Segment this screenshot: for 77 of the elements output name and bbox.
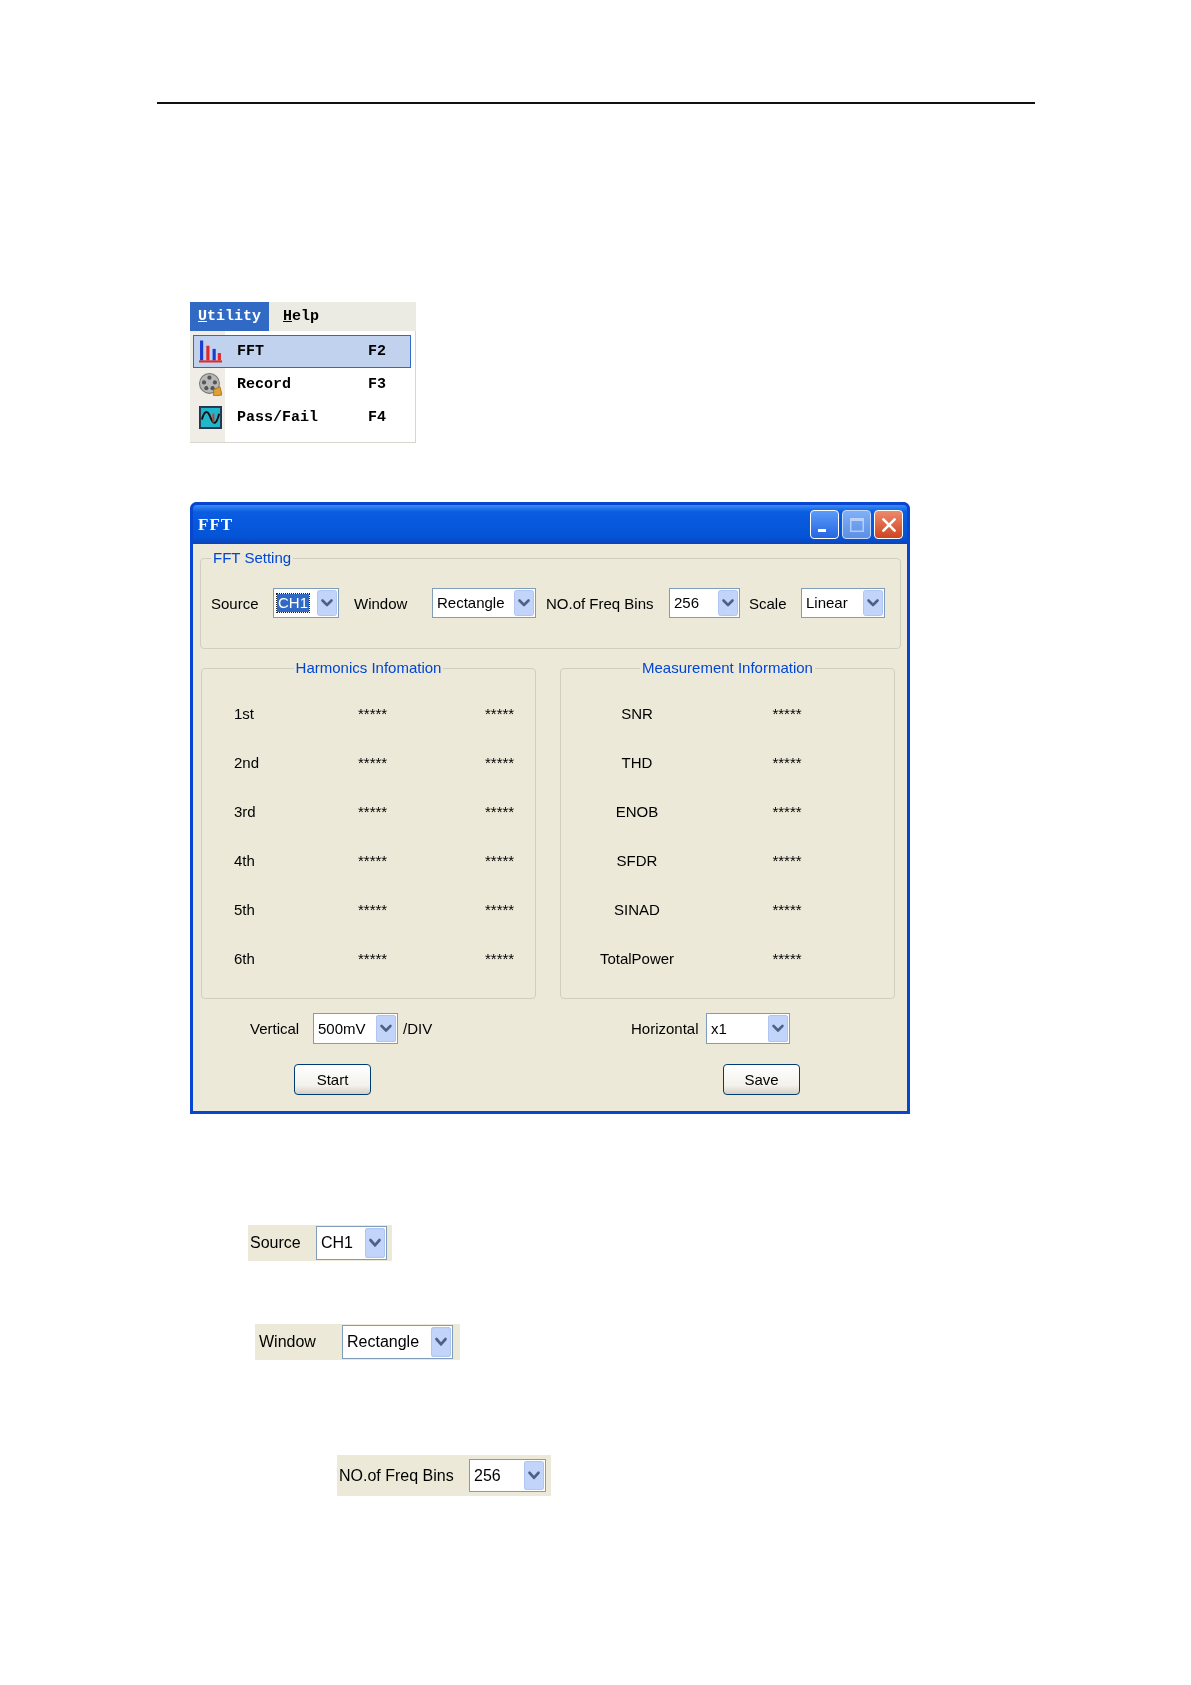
value-text: ***** xyxy=(358,754,388,771)
measurement-label: SFDR xyxy=(616,852,658,869)
value-text: ***** xyxy=(358,852,388,869)
value-text: ***** xyxy=(485,852,515,869)
harmonic-label: 4th xyxy=(234,852,255,869)
start-button[interactable]: Start xyxy=(294,1064,371,1095)
chevron-down-icon xyxy=(376,1015,396,1042)
menu-item[interactable]: FFT F2 xyxy=(193,335,411,368)
menu-title[interactable]: Utility xyxy=(190,302,270,331)
field-label: Horizontal xyxy=(631,1020,700,1037)
dropdown[interactable]: Linear xyxy=(801,588,885,618)
group-title: FFT Setting xyxy=(212,549,293,567)
window-title: FFT xyxy=(198,514,234,535)
minimize-button[interactable] xyxy=(810,510,839,539)
value-text: ***** xyxy=(772,754,802,771)
value-text: ***** xyxy=(772,950,802,967)
dropdown[interactable]: CH1 xyxy=(273,588,339,618)
save-button[interactable]: Save xyxy=(723,1064,800,1095)
value-text: ***** xyxy=(772,803,802,820)
chevron-down-icon xyxy=(431,1327,451,1357)
dropdown[interactable]: 256 xyxy=(669,588,740,618)
harmonic-label: 1st xyxy=(234,705,254,722)
group-title: Measurement Information xyxy=(641,659,814,677)
menu-item[interactable]: Pass/Fail F4 xyxy=(193,401,411,434)
close-icon xyxy=(881,517,896,532)
value-text: ***** xyxy=(485,705,515,722)
menu-item[interactable]: Record F3 xyxy=(193,368,411,401)
chevron-down-icon xyxy=(317,590,337,616)
unit-label: /DIV xyxy=(403,1020,433,1037)
field-label: NO.of Freq Bins xyxy=(339,1466,455,1485)
dropdown[interactable]: x1 xyxy=(706,1013,790,1044)
value-text: ***** xyxy=(358,901,388,918)
group-title: Harmonics Infomation xyxy=(294,659,443,677)
harmonic-label: 2nd xyxy=(234,754,260,771)
waveform-icon xyxy=(198,406,222,429)
harmonic-label: 6th xyxy=(234,950,255,967)
measurement-label: ENOB xyxy=(615,803,659,820)
field-label: Window xyxy=(259,1333,317,1351)
harmonic-label: 3rd xyxy=(234,803,256,820)
value-text: ***** xyxy=(485,950,515,967)
field-label: Vertical xyxy=(250,1020,301,1037)
field-label: NO.of Freq Bins xyxy=(546,594,655,612)
measurement-label: TotalPower xyxy=(599,950,675,967)
value-text: ***** xyxy=(772,705,802,722)
chevron-down-icon xyxy=(718,590,738,616)
measurement-label: SINAD xyxy=(614,901,660,918)
harmonic-label: 5th xyxy=(234,901,255,918)
value-text: ***** xyxy=(358,950,388,967)
close-button[interactable] xyxy=(874,510,903,539)
value-text: ***** xyxy=(772,852,802,869)
measurement-label: SNR xyxy=(621,705,653,722)
chevron-down-icon xyxy=(863,590,883,616)
field-label: Scale xyxy=(749,594,788,612)
film-reel-icon xyxy=(198,373,222,396)
field-label: Source xyxy=(250,1234,302,1252)
dropdown[interactable]: Rectangle xyxy=(342,1325,453,1359)
value-text: ***** xyxy=(485,754,515,771)
value-text: ***** xyxy=(772,901,802,918)
field-label: Window xyxy=(354,594,409,612)
measurement-label: THD xyxy=(621,754,653,771)
dropdown[interactable]: 500mV xyxy=(313,1013,398,1044)
value-text: ***** xyxy=(485,901,515,918)
chevron-down-icon xyxy=(365,1228,385,1258)
dropdown[interactable]: CH1 xyxy=(316,1226,387,1260)
menu-title[interactable]: Help xyxy=(275,302,328,331)
bar-chart-icon xyxy=(198,340,222,363)
chevron-down-icon xyxy=(524,1461,544,1490)
value-text: ***** xyxy=(358,705,388,722)
field-label: Source xyxy=(211,594,260,612)
maximize-icon xyxy=(849,517,864,532)
value-text: ***** xyxy=(358,803,388,820)
chevron-down-icon xyxy=(514,590,534,616)
value-text: ***** xyxy=(485,803,515,820)
chevron-down-icon xyxy=(768,1015,788,1042)
dropdown[interactable]: 256 xyxy=(469,1459,546,1492)
dropdown[interactable]: Rectangle xyxy=(432,588,536,618)
minimize-icon xyxy=(818,529,826,532)
